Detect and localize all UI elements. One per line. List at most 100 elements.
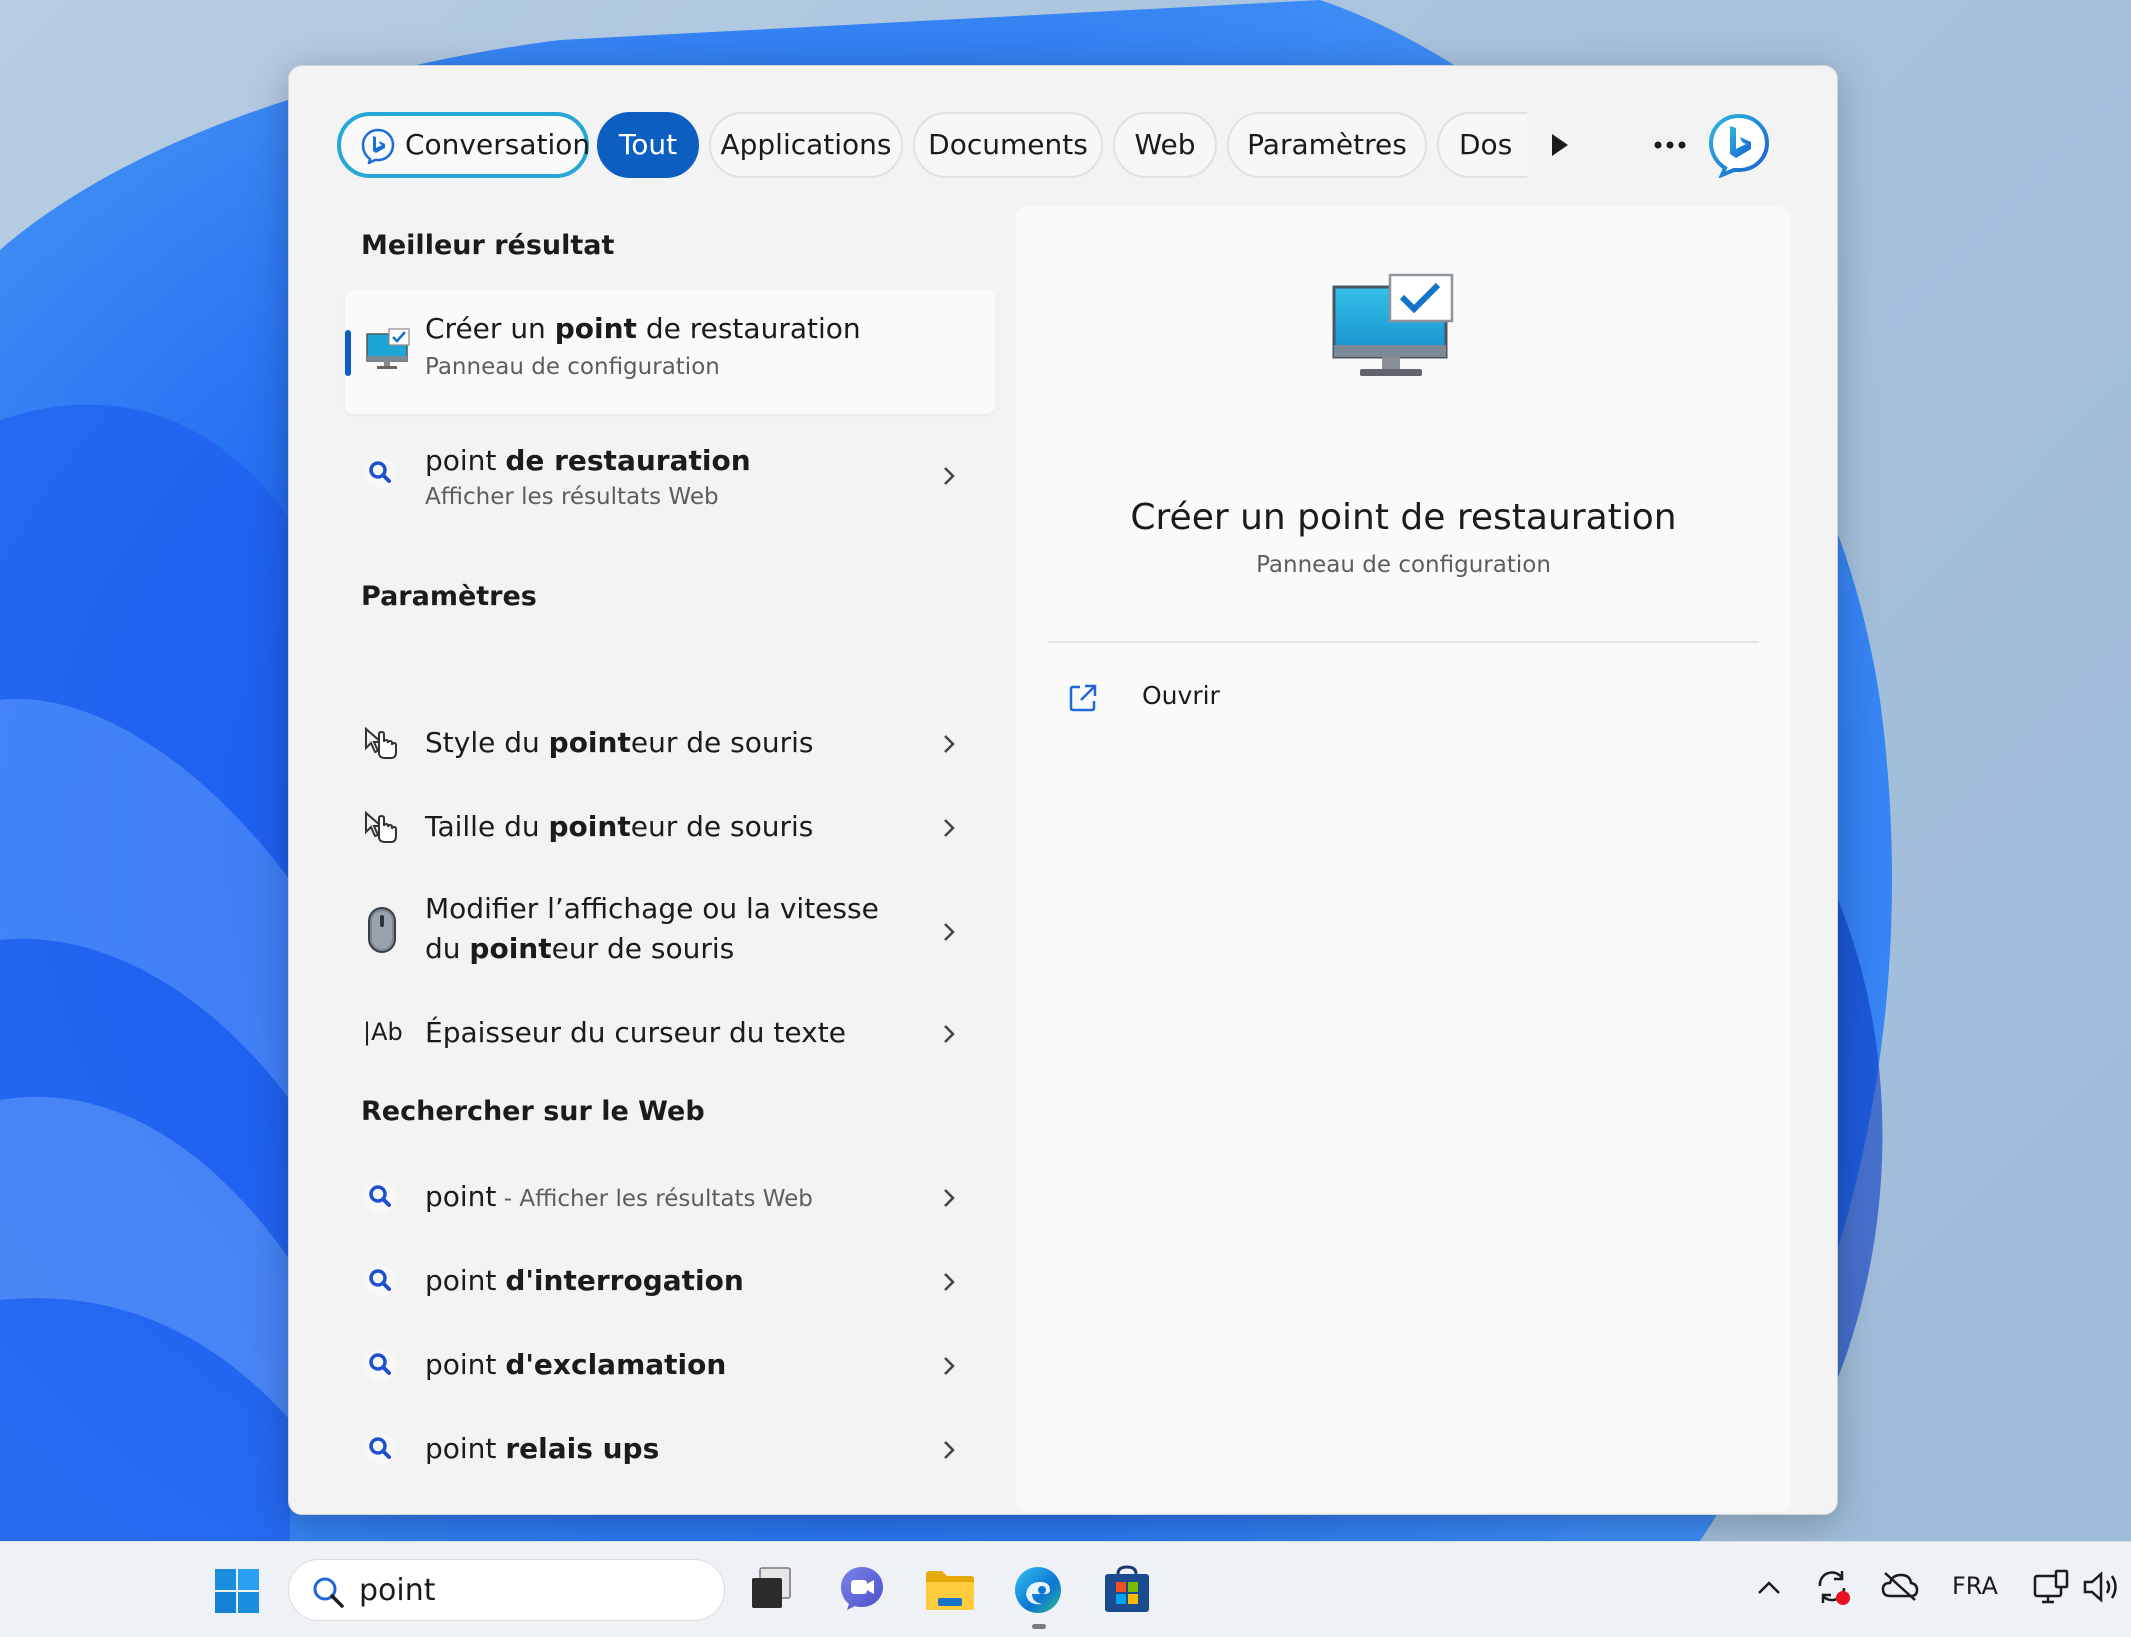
- best-result-item[interactable]: Créer un point de restauration Panneau d…: [345, 290, 995, 414]
- system-restore-icon: [366, 328, 410, 369]
- filter-folders-label: Dos: [1459, 128, 1513, 161]
- search-input[interactable]: [359, 1570, 699, 1610]
- pointer-style-post: eur de souris: [630, 726, 814, 759]
- onedrive-offline-icon[interactable]: [1880, 1570, 1920, 1602]
- preview-subtitle: Panneau de configuration: [1256, 552, 1551, 578]
- web-item-exclamation-label: point d'exclamation: [425, 1348, 726, 1381]
- web-item-exclamation-bold: d'exclamation: [505, 1348, 727, 1381]
- open-external-icon: [1069, 684, 1097, 712]
- web-item-interrogation-label: point d'interrogation: [425, 1264, 744, 1297]
- search-icon: [364, 457, 396, 489]
- web-item-point[interactable]: point - Afficher les résultats Web: [345, 1168, 995, 1228]
- filter-conversation-label: Conversation: [405, 128, 591, 161]
- taskbar-search-box[interactable]: [288, 1559, 725, 1621]
- search-icon: [313, 1577, 344, 1608]
- more-options-icon[interactable]: [1653, 140, 1687, 150]
- best-result-title-bold: point: [554, 312, 637, 345]
- edge-browser-icon[interactable]: [1012, 1564, 1064, 1616]
- chevron-right-icon: [944, 923, 955, 941]
- web-item-relais-ups-pre: point: [425, 1432, 506, 1465]
- open-action[interactable]: Ouvrir: [1068, 675, 1268, 721]
- search-panel: Conversation Tout Applications Documents…: [288, 65, 1838, 1515]
- chevron-right-icon: [944, 819, 955, 837]
- active-app-indicator: [1032, 1624, 1046, 1629]
- web-suggestion-subtitle: Afficher les résultats Web: [425, 484, 719, 510]
- teams-chat-icon[interactable]: [838, 1564, 886, 1612]
- web-item-exclamation-pre: point: [425, 1348, 506, 1381]
- filter-settings[interactable]: Paramètres: [1227, 112, 1427, 178]
- file-explorer-icon[interactable]: [924, 1568, 976, 1612]
- chevron-right-icon: [944, 1189, 955, 1207]
- system-restore-icon: [1332, 273, 1454, 376]
- bing-chat-icon: [361, 128, 395, 164]
- section-settings: Paramètres: [361, 581, 537, 612]
- section-best-result: Meilleur résultat: [361, 230, 615, 261]
- filter-settings-label: Paramètres: [1247, 128, 1407, 161]
- pointer-hand-icon: [365, 810, 397, 843]
- network-icon[interactable]: [2032, 1568, 2070, 1606]
- web-item-interrogation-pre: point: [425, 1264, 506, 1297]
- web-item-point-pre: point: [425, 1180, 497, 1213]
- microsoft-store-icon[interactable]: [1102, 1564, 1152, 1616]
- pointer-size-pre: Taille du: [425, 810, 549, 843]
- web-item-point-sub: - Afficher les résultats Web: [496, 1186, 813, 1212]
- best-result-subtitle: Panneau de configuration: [425, 354, 720, 380]
- chevron-up-icon[interactable]: [1756, 1578, 1782, 1596]
- sync-icon[interactable]: [1814, 1568, 1852, 1606]
- web-item-exclamation[interactable]: point d'exclamation: [345, 1336, 995, 1396]
- web-suggestion-title-bold: de restauration: [505, 444, 751, 477]
- best-result-title-post: de restauration: [636, 312, 861, 345]
- web-item-interrogation[interactable]: point d'interrogation: [345, 1252, 995, 1312]
- search-icon: [364, 1433, 396, 1465]
- web-item-interrogation-bold: d'interrogation: [505, 1264, 744, 1297]
- chevron-right-icon: [944, 735, 955, 753]
- chevron-right-icon: [944, 1357, 955, 1375]
- filter-folders[interactable]: Dos: [1437, 112, 1527, 178]
- search-icon: [364, 1349, 396, 1381]
- settings-item-pointer-style[interactable]: Style du pointeur de souris: [345, 716, 995, 772]
- pointer-speed-pre: du: [425, 932, 470, 965]
- settings-item-pointer-size-label: Taille du pointeur de souris: [425, 810, 813, 843]
- web-item-relais-ups-bold: relais ups: [505, 1432, 660, 1465]
- preview-title: Créer un point de restauration: [1130, 497, 1677, 538]
- filter-all[interactable]: Tout: [597, 112, 699, 178]
- pointer-speed-post: eur de souris: [551, 932, 735, 965]
- web-suggestion-title-pre: point: [425, 444, 506, 477]
- web-item-relais-ups[interactable]: point relais ups: [345, 1420, 995, 1480]
- web-suggestion-item[interactable]: point de restauration Afficher les résul…: [345, 428, 995, 528]
- volume-icon[interactable]: [2082, 1570, 2122, 1604]
- settings-item-pointer-speed-line1: Modifier l’affichage ou la vitesse: [425, 892, 879, 925]
- filter-web-label: Web: [1134, 128, 1196, 161]
- text-cursor-icon: |Ab: [363, 1018, 403, 1046]
- settings-item-pointer-speed[interactable]: Modifier l’affichage ou la vitesse du po…: [345, 884, 995, 980]
- settings-item-text-cursor[interactable]: |Ab Épaisseur du curseur du texte: [345, 1006, 995, 1062]
- chevron-right-icon: [944, 1273, 955, 1291]
- section-web: Rechercher sur le Web: [361, 1096, 705, 1127]
- web-suggestion-title: point de restauration: [425, 444, 751, 477]
- web-item-point-label: point - Afficher les résultats Web: [425, 1180, 813, 1213]
- start-button-icon[interactable]: [214, 1568, 260, 1614]
- bing-icon[interactable]: [1707, 112, 1771, 178]
- filter-conversation[interactable]: Conversation: [337, 112, 591, 178]
- preview-pane: Créer un point de restauration Panneau d…: [1016, 207, 1791, 1512]
- pointer-style-pre: Style du: [425, 726, 549, 759]
- open-action-label: Ouvrir: [1142, 681, 1220, 710]
- filter-web[interactable]: Web: [1113, 112, 1217, 178]
- search-icon: [364, 1181, 396, 1213]
- search-icon: [364, 1265, 396, 1297]
- settings-item-pointer-size[interactable]: Taille du pointeur de souris: [345, 800, 995, 856]
- filter-apps[interactable]: Applications: [709, 112, 903, 178]
- language-indicator[interactable]: FRA: [1952, 1572, 1998, 1600]
- pointer-style-bold: point: [548, 726, 631, 759]
- mouse-icon: [368, 907, 396, 953]
- task-view-icon[interactable]: [750, 1566, 792, 1612]
- web-item-relais-ups-label: point relais ups: [425, 1432, 659, 1465]
- pointer-speed-bold: point: [469, 932, 552, 965]
- filter-documents[interactable]: Documents: [913, 112, 1103, 178]
- scroll-filters-right-icon[interactable]: [1549, 132, 1571, 158]
- settings-item-pointer-style-label: Style du pointeur de souris: [425, 726, 814, 759]
- taskbar: FRA: [0, 1541, 2131, 1637]
- filter-bar: Conversation Tout Applications Documents…: [337, 112, 1787, 178]
- pointer-size-bold: point: [548, 810, 631, 843]
- pointer-hand-icon: [365, 726, 397, 759]
